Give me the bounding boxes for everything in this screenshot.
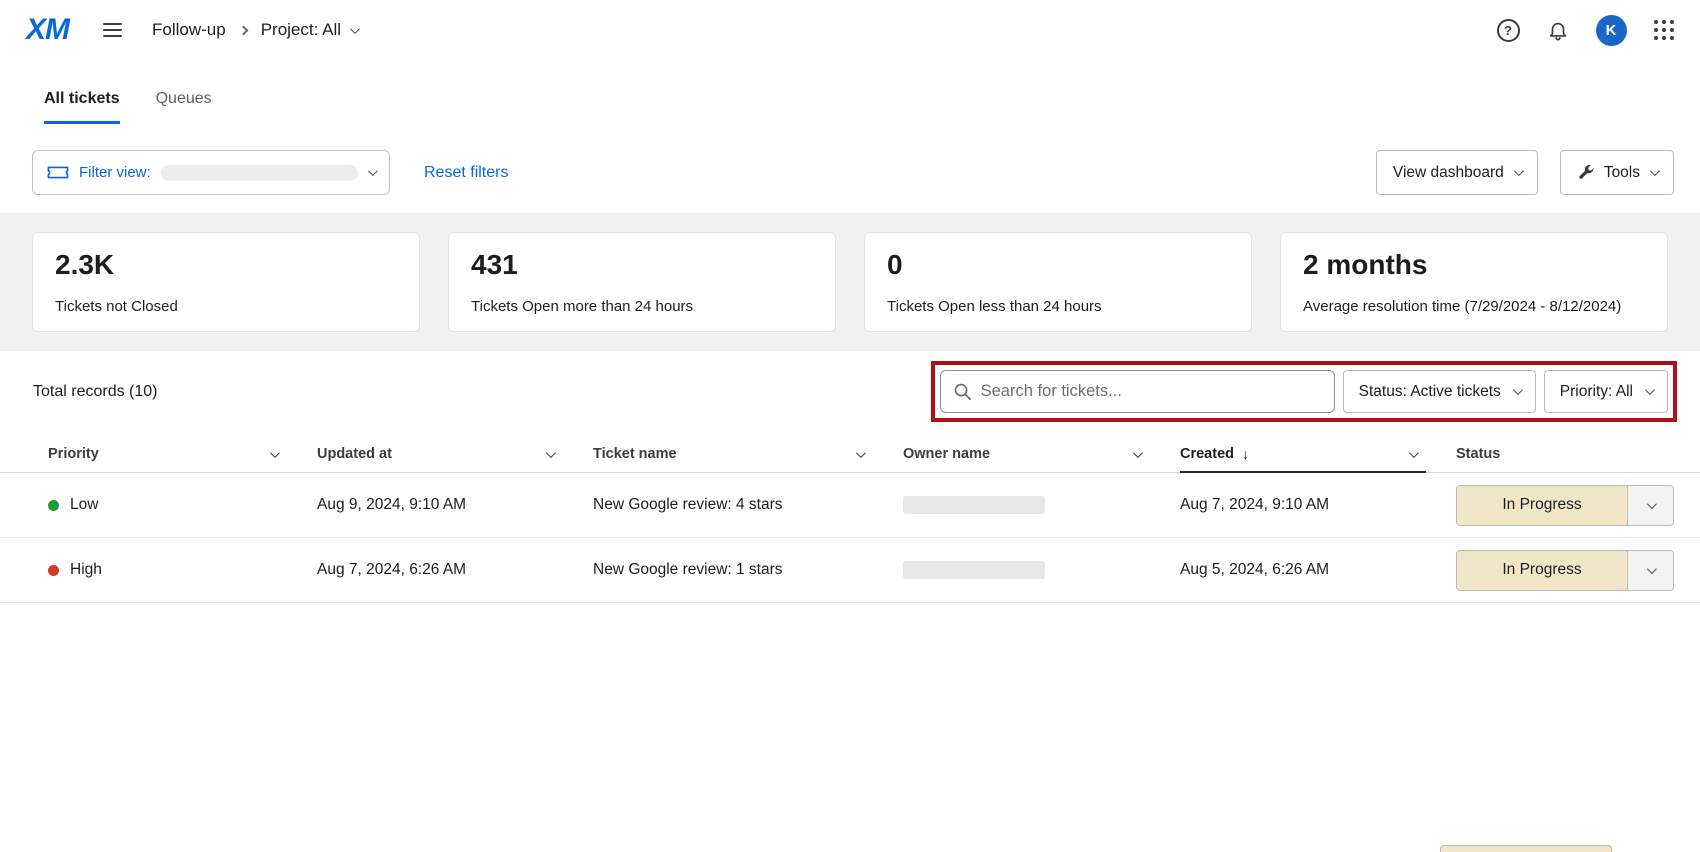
status-caret-button[interactable] bbox=[1628, 551, 1673, 590]
chevron-down-icon bbox=[1133, 448, 1143, 458]
status-caret-button[interactable] bbox=[1628, 486, 1673, 525]
created-cell: Aug 7, 2024, 9:10 AM bbox=[1180, 496, 1456, 514]
wrench-icon bbox=[1577, 164, 1594, 181]
filter-view-label: Filter view: bbox=[79, 164, 151, 181]
owner-name-cell bbox=[903, 561, 1180, 579]
filter-view-blurred-value bbox=[161, 165, 358, 181]
priority-cell: High bbox=[48, 561, 317, 579]
column-header-updated-at[interactable]: Updated at bbox=[317, 436, 593, 472]
red-annotation-highlight: Status: Active tickets Priority: All bbox=[931, 361, 1677, 422]
filter-toolbar: Filter view: Reset filters View dashboar… bbox=[0, 150, 1700, 195]
priority-filter-dropdown[interactable]: Priority: All bbox=[1544, 370, 1668, 413]
ticket-name-cell[interactable]: New Google review: 4 stars bbox=[593, 496, 903, 514]
status-value[interactable]: In Progress bbox=[1457, 551, 1628, 590]
stat-card-avg-resolution-time: 2 months Average resolution time (7/29/2… bbox=[1280, 232, 1668, 332]
chevron-down-icon bbox=[368, 166, 378, 176]
status-filter-label: Status: Active tickets bbox=[1359, 383, 1501, 401]
status-cell: In Progress bbox=[1456, 550, 1674, 591]
status-filter-dropdown[interactable]: Status: Active tickets bbox=[1343, 370, 1536, 413]
filter-view-dropdown[interactable]: Filter view: bbox=[32, 150, 390, 195]
breadcrumb-project-selector[interactable]: Project: All bbox=[261, 20, 357, 40]
updated-at-cell: Aug 7, 2024, 6:26 AM bbox=[317, 561, 593, 579]
notifications-bell-icon[interactable] bbox=[1547, 19, 1569, 41]
stat-label: Average resolution time (7/29/2024 - 8/1… bbox=[1303, 298, 1645, 315]
tools-button[interactable]: Tools bbox=[1560, 150, 1674, 195]
created-cell: Aug 5, 2024, 6:26 AM bbox=[1180, 561, 1456, 579]
total-records-label: Total records (10) bbox=[33, 383, 158, 401]
chevron-down-icon bbox=[1650, 166, 1660, 176]
stat-label: Tickets Open more than 24 hours bbox=[471, 298, 813, 315]
chevron-down-icon bbox=[1513, 385, 1523, 395]
priority-cell: Low bbox=[48, 496, 317, 514]
stat-label: Tickets Open less than 24 hours bbox=[887, 298, 1229, 315]
ticket-search-box bbox=[940, 370, 1335, 413]
column-header-ticket-name[interactable]: Ticket name bbox=[593, 436, 903, 472]
reset-filters-link[interactable]: Reset filters bbox=[424, 164, 508, 182]
tickets-table: Priority Updated at Ticket name Owner na… bbox=[0, 436, 1700, 603]
stat-card-open-less-24h: 0 Tickets Open less than 24 hours bbox=[864, 232, 1252, 332]
chevron-down-icon bbox=[350, 24, 360, 34]
owner-name-blurred bbox=[903, 561, 1045, 579]
table-row[interactable]: High Aug 7, 2024, 6:26 AM New Google rev… bbox=[0, 538, 1700, 603]
records-toolbar: Total records (10) Status: Active ticket… bbox=[0, 361, 1700, 422]
xm-logo: XM bbox=[26, 13, 69, 47]
status-dropdown-button[interactable]: In Progress bbox=[1456, 550, 1674, 591]
stat-value: 2.3K bbox=[55, 249, 397, 281]
stats-band: 2.3K Tickets not Closed 431 Tickets Open… bbox=[0, 213, 1700, 351]
stat-card-open-more-24h: 431 Tickets Open more than 24 hours bbox=[448, 232, 836, 332]
stat-value: 431 bbox=[471, 249, 813, 281]
chevron-down-icon bbox=[270, 448, 280, 458]
tab-queues[interactable]: Queues bbox=[156, 90, 212, 124]
status-dropdown-button[interactable]: In Progress bbox=[1456, 485, 1674, 526]
ticket-name-cell[interactable]: New Google review: 1 stars bbox=[593, 561, 903, 579]
priority-filter-label: Priority: All bbox=[1560, 383, 1633, 401]
priority-dot-high bbox=[48, 565, 59, 576]
breadcrumb-project-label: Project: All bbox=[261, 20, 341, 40]
chevron-down-icon bbox=[1647, 499, 1657, 509]
status-value[interactable]: In Progress bbox=[1457, 486, 1628, 525]
status-cell: In Progress bbox=[1456, 485, 1674, 526]
owner-name-blurred bbox=[903, 496, 1045, 514]
apps-grid-icon[interactable] bbox=[1654, 20, 1675, 41]
chevron-down-icon bbox=[1409, 448, 1419, 458]
help-icon[interactable]: ? bbox=[1497, 19, 1520, 42]
ticket-icon bbox=[47, 165, 69, 180]
owner-name-cell bbox=[903, 496, 1180, 514]
stat-card-tickets-not-closed: 2.3K Tickets not Closed bbox=[32, 232, 420, 332]
chevron-down-icon bbox=[856, 448, 866, 458]
view-dashboard-button[interactable]: View dashboard bbox=[1376, 150, 1538, 195]
stat-value: 2 months bbox=[1303, 249, 1645, 281]
breadcrumb: Follow-up Project: All bbox=[152, 20, 357, 40]
column-header-status: Status bbox=[1456, 436, 1674, 472]
partial-status-button[interactable] bbox=[1440, 845, 1612, 852]
column-header-owner-name[interactable]: Owner name bbox=[903, 436, 1180, 472]
chevron-down-icon bbox=[546, 448, 556, 458]
table-row[interactable]: Low Aug 9, 2024, 9:10 AM New Google revi… bbox=[0, 473, 1700, 538]
tools-label: Tools bbox=[1604, 164, 1640, 182]
search-icon bbox=[953, 382, 972, 401]
table-header-row: Priority Updated at Ticket name Owner na… bbox=[0, 436, 1700, 473]
chevron-right-icon bbox=[238, 25, 248, 35]
chevron-down-icon bbox=[1645, 385, 1655, 395]
chevron-down-icon bbox=[1514, 166, 1524, 176]
search-input[interactable] bbox=[981, 382, 1322, 401]
user-avatar[interactable]: K bbox=[1596, 15, 1627, 46]
stat-value: 0 bbox=[887, 249, 1229, 281]
column-header-priority[interactable]: Priority bbox=[48, 436, 317, 472]
breadcrumb-followup[interactable]: Follow-up bbox=[152, 20, 226, 40]
view-dashboard-label: View dashboard bbox=[1393, 164, 1504, 182]
column-header-created[interactable]: Created ↓ bbox=[1180, 436, 1456, 472]
chevron-down-icon bbox=[1647, 564, 1657, 574]
stat-label: Tickets not Closed bbox=[55, 298, 397, 315]
hamburger-menu-icon[interactable] bbox=[99, 15, 126, 45]
tab-all-tickets[interactable]: All tickets bbox=[44, 90, 120, 124]
updated-at-cell: Aug 9, 2024, 9:10 AM bbox=[317, 496, 593, 514]
sort-descending-icon: ↓ bbox=[1242, 446, 1249, 462]
top-navigation-bar: XM Follow-up Project: All ? K bbox=[0, 0, 1700, 60]
ticket-tabs: All tickets Queues bbox=[0, 90, 1700, 124]
priority-dot-low bbox=[48, 500, 59, 511]
